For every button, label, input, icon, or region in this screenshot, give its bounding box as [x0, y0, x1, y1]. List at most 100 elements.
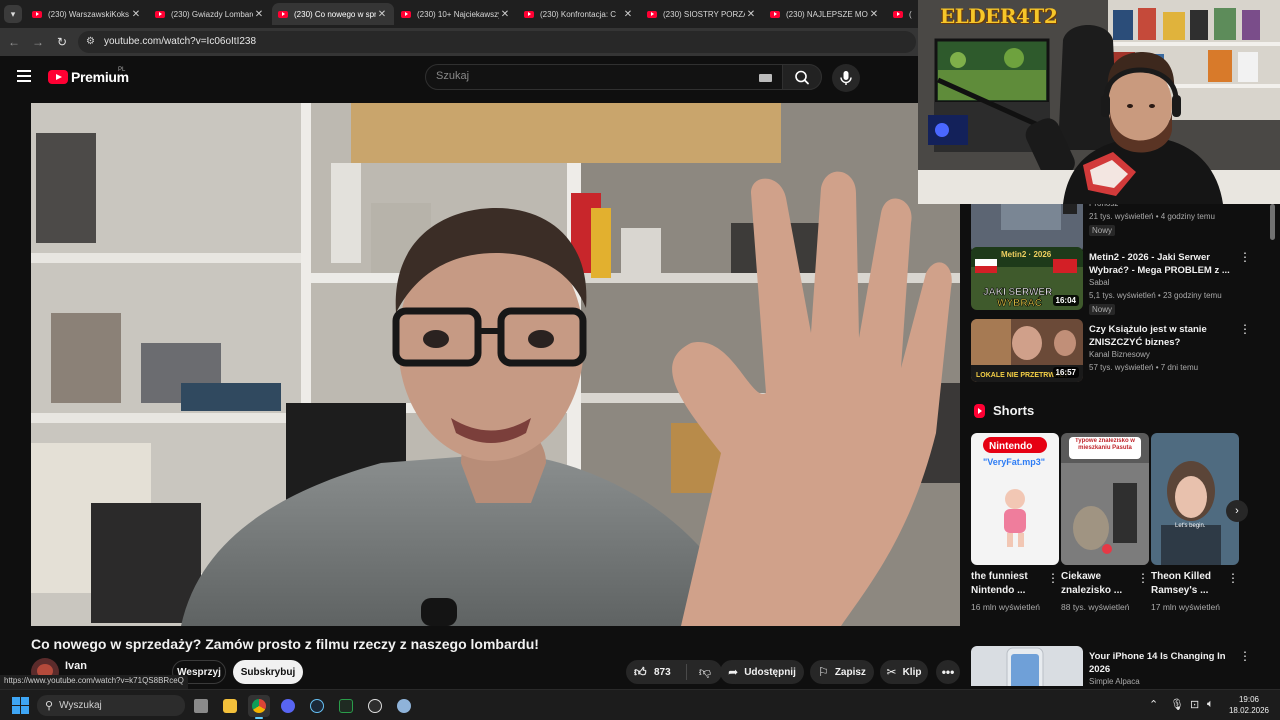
shorts-logo-icon	[974, 403, 985, 418]
short-thumbnail[interactable]: Nintendo "VeryFat.mp3"	[971, 433, 1059, 565]
windows-start-icon[interactable]	[12, 697, 29, 714]
system-clock[interactable]: 19:06 18.02.2026	[1225, 694, 1273, 716]
more-options-icon[interactable]: ⋮	[1227, 571, 1239, 585]
browser-tab[interactable]: (230) SIOSTRY PORZĄDKU ✕	[641, 3, 763, 25]
tab-label: (230) SIOSTRY PORZĄDKU	[663, 9, 745, 19]
like-button[interactable]: 👍︎ 873	[626, 660, 686, 684]
browser-tab[interactable]: (230) 10+ Najciekawszych ✕	[395, 3, 517, 25]
save-button[interactable]: ⚐ Zapisz	[810, 660, 874, 684]
url-text: youtube.com/watch?v=Ic06oItI238	[104, 36, 257, 47]
tab-search-menu-icon[interactable]: ▾	[4, 5, 22, 23]
scrollbar-thumb[interactable]	[1270, 204, 1275, 240]
channel-name[interactable]: Sabal	[1089, 278, 1109, 287]
video-player[interactable]	[31, 103, 960, 626]
youtube-premium-logo[interactable]: Premium	[48, 69, 129, 85]
video-meta: 57 tys. wyświetleń • 7 dni temu	[1089, 363, 1199, 372]
network-icon[interactable]: ⊡	[1190, 698, 1199, 711]
tab-close-icon[interactable]: ✕	[622, 9, 634, 20]
reload-icon[interactable]: ↻	[54, 34, 70, 50]
short-title[interactable]: Ciekawe znalezisko ...	[1061, 570, 1131, 598]
xbox-app-icon[interactable]	[335, 695, 357, 717]
subscribe-button[interactable]: Subskrybuj	[233, 660, 303, 684]
tab-label: (230) 10+ Najciekawszych	[417, 9, 499, 19]
more-options-icon[interactable]: ⋮	[1137, 571, 1149, 585]
streamer-webcam-overlay: ELDER4T2	[918, 0, 1280, 204]
recommended-video[interactable]: LOKALE NIE PRZETRWAŁY 16:57 Czy Książulo…	[971, 319, 1261, 385]
keyboard-icon[interactable]	[759, 74, 772, 82]
settings-gear-icon[interactable]	[393, 695, 415, 717]
tab-close-icon[interactable]: ✕	[499, 9, 511, 20]
thumbnail-caption: WYBRAĆ	[997, 296, 1042, 309]
video-duration: 16:57	[1052, 367, 1079, 378]
youtube-favicon-icon	[647, 10, 657, 18]
site-info-icon[interactable]: ⚙	[86, 36, 98, 48]
browser-tab[interactable]: (2	[887, 3, 918, 25]
tab-close-icon[interactable]: ✕	[130, 9, 142, 20]
thumbnail-caption: Typowe znalezisko w mieszkaniu Pasuta	[1075, 438, 1135, 451]
short-title[interactable]: the funniest Nintendo ...	[971, 570, 1041, 598]
new-badge: Nowy	[1089, 304, 1116, 315]
back-arrow-icon[interactable]: ←	[6, 34, 22, 50]
search-input[interactable]	[436, 70, 736, 82]
video-thumbnail[interactable]: Metin2 · 2026 JAKI SERWER WYBRAĆ 16:04	[971, 247, 1083, 310]
microphone-icon	[840, 71, 852, 85]
video-title[interactable]: Metin2 - 2026 - Jaki Serwer Wybrać? - Me…	[1089, 251, 1237, 277]
more-options-icon[interactable]: ⋮	[1239, 249, 1251, 265]
taskbar-search-box[interactable]: ⚲ Wyszukaj	[37, 695, 185, 716]
forward-arrow-icon[interactable]: →	[30, 34, 46, 50]
video-title: Co nowego w sprzedaży? Zamów prosto z fi…	[31, 636, 539, 652]
browser-tab[interactable]: (230) Konfrontacja: C ✕	[518, 3, 640, 25]
search-box[interactable]	[425, 64, 783, 90]
save-label: Zapisz	[834, 666, 866, 678]
browser-tab[interactable]: (230) WarszawskiKoks ✕	[26, 3, 148, 25]
volume-icon[interactable]: 🔈︎	[1207, 698, 1214, 711]
recommended-video[interactable]: Your iPhone 14 Is Changing In 2026 Simpl…	[971, 646, 1261, 686]
more-actions-button[interactable]: •••	[936, 660, 960, 684]
task-view-icon[interactable]	[190, 695, 212, 717]
search-icon	[795, 70, 809, 85]
more-options-icon[interactable]: ⋮	[1239, 321, 1251, 337]
short-thumbnail[interactable]: Let's begin.	[1151, 433, 1239, 565]
steam-icon[interactable]	[306, 695, 328, 717]
short-thumbnail[interactable]: Typowe znalezisko w mieszkaniu Pasuta	[1061, 433, 1149, 565]
channel-name[interactable]: Ivan	[65, 660, 87, 672]
channel-name[interactable]: Kanal Biznesowy	[1089, 350, 1150, 359]
tray-chevron-up-icon[interactable]: ⌃	[1149, 698, 1158, 711]
tab-close-icon[interactable]: ✕	[868, 9, 880, 20]
short-card[interactable]: Nintendo "VeryFat.mp3" the funniest Nint…	[971, 433, 1059, 628]
tab-close-icon[interactable]: ✕	[745, 9, 757, 20]
more-options-icon[interactable]: ⋮	[1239, 648, 1251, 664]
browser-tab-active[interactable]: (230) Co nowego w sprzedaży ✕	[272, 3, 394, 25]
discord-icon[interactable]	[277, 695, 299, 717]
tab-label: (230) Konfrontacja: C	[540, 9, 617, 19]
video-title[interactable]: Your iPhone 14 Is Changing In 2026	[1089, 650, 1237, 676]
video-thumbnail[interactable]	[971, 196, 1083, 253]
obs-icon[interactable]	[364, 695, 386, 717]
shorts-next-arrow-icon[interactable]: ›	[1226, 500, 1248, 522]
video-thumbnail[interactable]	[971, 646, 1083, 686]
browser-tab[interactable]: (230) Gwiazdy Lombardu ✕	[149, 3, 271, 25]
video-title[interactable]: Czy Książulo jest w stanie ZNISZCZYĆ biz…	[1089, 323, 1237, 349]
subscribe-label: Subskrybuj	[240, 666, 296, 678]
dislike-button[interactable]: 👎︎	[690, 660, 720, 684]
tab-close-icon[interactable]: ✕	[376, 9, 388, 20]
voice-search-button[interactable]	[832, 64, 860, 92]
channel-name[interactable]: Simple Alpaca	[1089, 677, 1140, 686]
short-card[interactable]: Typowe znalezisko w mieszkaniu Pasuta Ci…	[1061, 433, 1149, 628]
share-button[interactable]: ➦ Udostępnij	[720, 660, 804, 684]
recommended-video[interactable]: Metin2 · 2026 JAKI SERWER WYBRAĆ 16:04 M…	[971, 247, 1261, 315]
file-explorer-icon[interactable]	[219, 695, 241, 717]
microphone-tray-icon[interactable]: 🎙︎	[1170, 698, 1184, 711]
video-thumbnail[interactable]: LOKALE NIE PRZETRWAŁY 16:57	[971, 319, 1083, 382]
more-options-icon[interactable]: ⋮	[1047, 571, 1059, 585]
tab-close-icon[interactable]: ✕	[253, 9, 265, 20]
short-title[interactable]: Theon Killed Ramsey's ...	[1151, 570, 1221, 598]
chrome-icon[interactable]	[248, 695, 270, 719]
search-button[interactable]	[782, 64, 822, 90]
short-card[interactable]: Let's begin. Theon Killed Ramsey's ... 1…	[1151, 433, 1239, 628]
hamburger-menu-icon[interactable]	[17, 70, 31, 82]
url-field[interactable]: ⚙ youtube.com/watch?v=Ic06oItI238	[78, 31, 916, 53]
like-count: 873	[654, 666, 671, 678]
browser-tab[interactable]: (230) NAJLEPSZE MOMENTY ✕	[764, 3, 886, 25]
clip-button[interactable]: ✂ Klip	[880, 660, 928, 684]
